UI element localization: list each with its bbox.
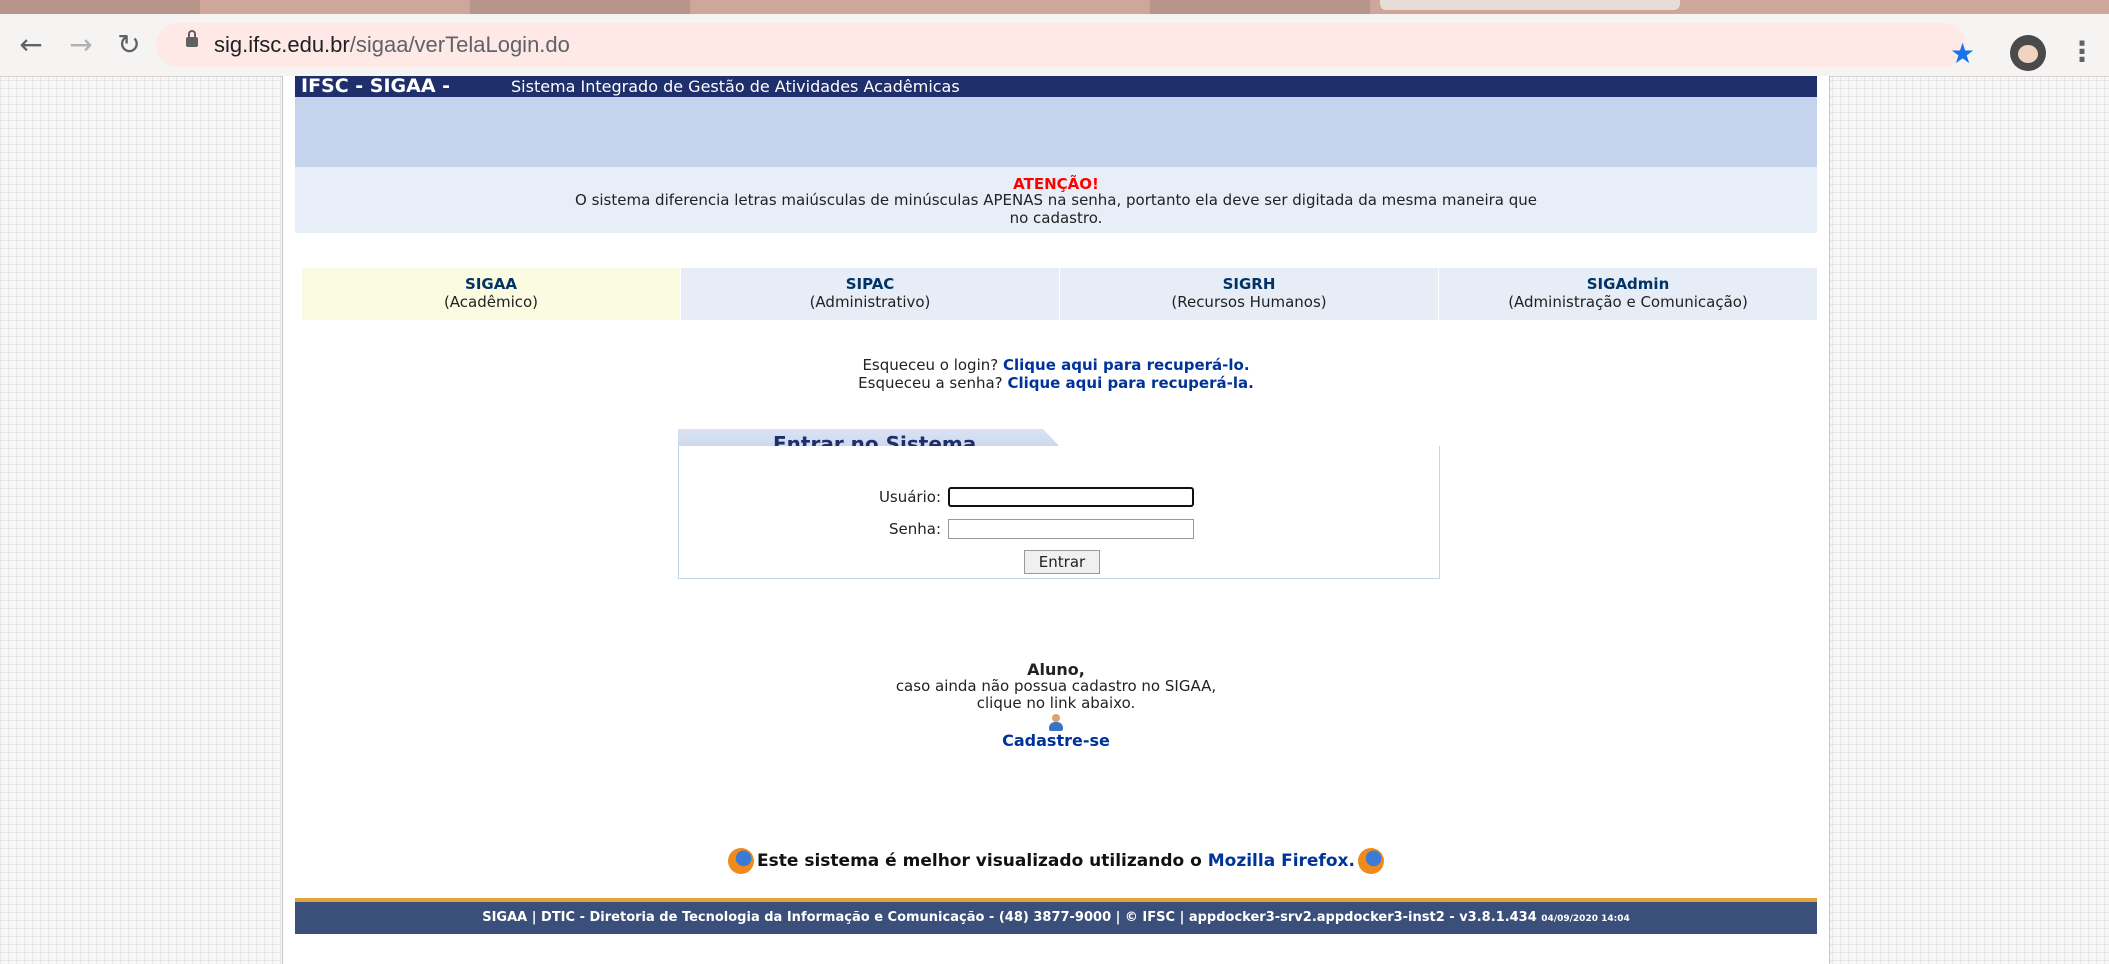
system-name: SIGRH: [1222, 275, 1276, 293]
browser-tab[interactable]: [470, 0, 690, 14]
url-path: /sigaa/verTelaLogin.do: [349, 32, 570, 57]
page-container: IFSC - SIGAA - Sistema Integrado de Gest…: [282, 76, 1830, 964]
system-desc: (Recursos Humanos): [1171, 293, 1327, 311]
login-submit-button[interactable]: Entrar: [1024, 550, 1100, 574]
password-label: Senha:: [888, 520, 941, 538]
lock-icon: [186, 30, 198, 47]
password-input[interactable]: [948, 519, 1194, 539]
forgot-login-text: Esqueceu o login?: [862, 356, 999, 374]
case-sensitivity-warning: ATENÇÃO! O sistema diferencia letras mai…: [295, 167, 1817, 233]
recovery-links: Esqueceu o login? Clique aqui para recup…: [283, 356, 1829, 392]
user-icon[interactable]: [1048, 714, 1064, 732]
firefox-icon: [728, 848, 755, 874]
recover-login-link[interactable]: Clique aqui para recuperá-lo.: [1003, 356, 1250, 374]
warning-text-line1: O sistema diferencia letras maiúsculas d…: [575, 191, 1537, 209]
warning-text-line2: no cadastro.: [1009, 209, 1103, 227]
student-title: Aluno,: [1027, 660, 1085, 679]
forgot-password-text: Esqueceu a senha?: [858, 374, 1003, 392]
recommendation-text: Este sistema é melhor visualizado utiliz…: [757, 851, 1202, 871]
system-name: SIPAC: [845, 275, 895, 293]
forward-arrow-icon[interactable]: →: [64, 28, 98, 62]
reload-icon[interactable]: ↻: [112, 28, 146, 62]
system-subtitle: Sistema Integrado de Gestão de Atividade…: [511, 77, 960, 96]
url-domain: sig.ifsc.edu.br: [214, 32, 350, 57]
system-desc: (Administração e Comunicação): [1508, 293, 1748, 311]
bookmark-star-icon[interactable]: ★: [1950, 40, 1975, 68]
url-text: sig.ifsc.edu.br/sigaa/verTelaLogin.do: [214, 23, 570, 67]
browser-menu-icon[interactable]: ⋮: [2068, 38, 2096, 66]
username-label: Usuário:: [878, 488, 941, 506]
system-desc: (Acadêmico): [443, 293, 539, 311]
browser-tab[interactable]: [1150, 0, 1370, 14]
page-footer: SIGAA | DTIC - Diretoria de Tecnologia d…: [295, 902, 1817, 934]
browser-toolbar: ← → ↻ sig.ifsc.edu.br/sigaa/verTelaLogin…: [0, 14, 2109, 77]
browser-tab-strip: [0, 0, 2109, 14]
system-header: IFSC - SIGAA - Sistema Integrado de Gest…: [295, 76, 1817, 97]
student-registration: Aluno, caso ainda não possua cadastro no…: [283, 661, 1829, 749]
brand-title: IFSC - SIGAA -: [301, 75, 451, 97]
student-text-line1: caso ainda não possua cadastro no SIGAA,: [895, 677, 1217, 695]
system-name: SIGAA: [465, 275, 517, 293]
recover-password-link[interactable]: Clique aqui para recuperá-la.: [1007, 374, 1253, 392]
system-name: SIGAdmin: [1586, 275, 1670, 293]
header-banner: [295, 97, 1817, 167]
system-tab-sipac[interactable]: SIPAC (Administrativo): [681, 268, 1059, 320]
system-desc: (Administrativo): [809, 293, 931, 311]
system-tab-sigrh[interactable]: SIGRH (Recursos Humanos): [1060, 268, 1438, 320]
profile-avatar[interactable]: [2010, 35, 2046, 71]
firefox-icon: [1357, 848, 1384, 874]
browser-tab-active[interactable]: [1380, 0, 1680, 10]
browser-tab[interactable]: [0, 0, 200, 14]
system-tab-sigaa[interactable]: SIGAA (Acadêmico): [302, 268, 680, 320]
register-link[interactable]: Cadastre-se: [1002, 731, 1110, 750]
username-input[interactable]: [948, 487, 1194, 507]
system-selector: SIGAA (Acadêmico) SIPAC (Administrativo)…: [302, 268, 1817, 320]
student-text-line2: clique no link abaixo.: [976, 694, 1136, 712]
footer-text: SIGAA | DTIC - Diretoria de Tecnologia d…: [482, 910, 1537, 925]
address-bar[interactable]: sig.ifsc.edu.br/sigaa/verTelaLogin.do: [156, 23, 1966, 67]
back-arrow-icon[interactable]: ←: [14, 28, 48, 62]
system-tab-sigadmin[interactable]: SIGAdmin (Administração e Comunicação): [1439, 268, 1817, 320]
browser-recommendation: Este sistema é melhor visualizado utiliz…: [283, 848, 1829, 874]
firefox-link[interactable]: Mozilla Firefox.: [1208, 851, 1355, 871]
footer-timestamp: 04/09/2020 14:04: [1541, 914, 1630, 924]
